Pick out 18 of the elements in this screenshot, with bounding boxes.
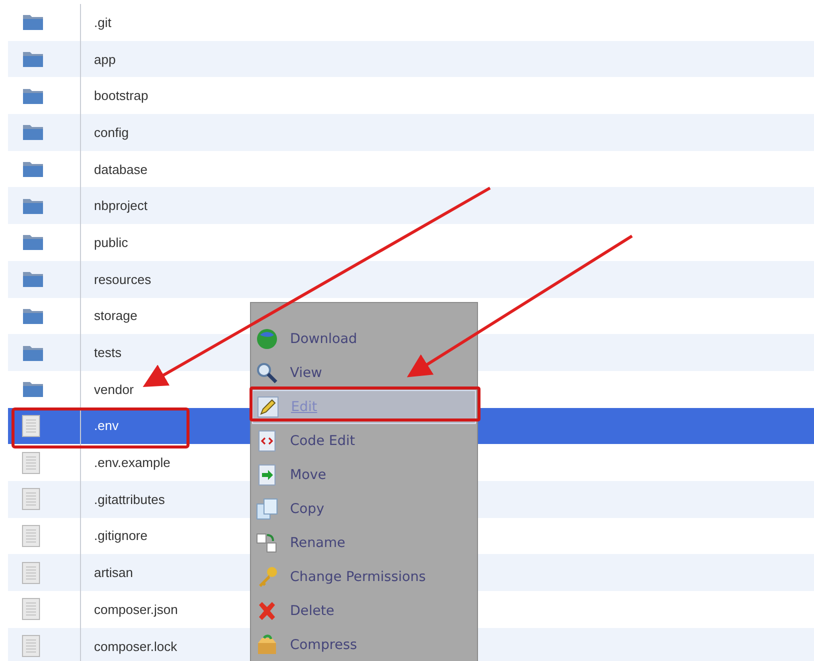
file-name: config [93, 124, 129, 140]
file-name: composer.json [93, 602, 178, 617]
file-name: .gitattributes [93, 492, 165, 507]
file-name: resources [93, 272, 152, 287]
file-name: storage [93, 308, 138, 324]
file-name: .env [93, 418, 119, 434]
file-name: vendor [93, 382, 134, 397]
file-name: .env.example [93, 455, 170, 470]
file-name: .gitignore [93, 528, 148, 544]
file-name: tests [93, 345, 122, 360]
file-name: .git [93, 14, 112, 30]
file-name: composer.lock [93, 638, 178, 654]
file-name: app [93, 52, 116, 67]
file-name: public [93, 234, 128, 250]
file-name: database [93, 162, 148, 177]
file-name: artisan [93, 565, 134, 580]
file-name: nbproject [93, 198, 148, 214]
file-name: bootstrap [93, 88, 148, 104]
